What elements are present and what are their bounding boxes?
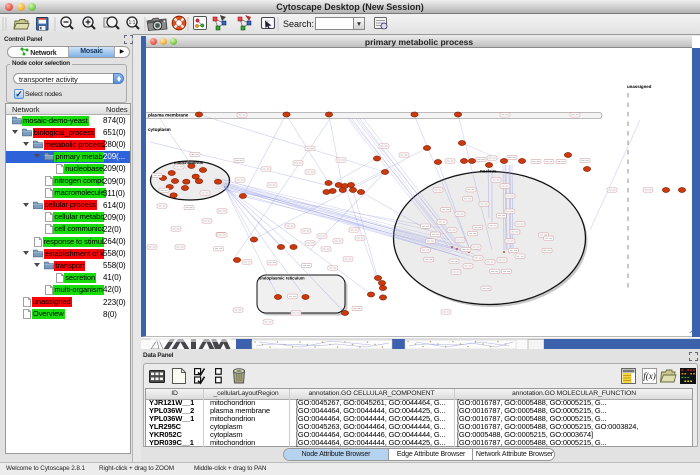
svg-text:cytoplasm: cytoplasm bbox=[148, 127, 171, 132]
svg-text:nucleus: nucleus bbox=[480, 169, 497, 174]
svg-text:f(x): f(x) bbox=[643, 371, 656, 381]
svg-text:plasma membrane: plasma membrane bbox=[148, 113, 189, 118]
svg-text:endoplasmic reticulum: endoplasmic reticulum bbox=[259, 276, 305, 281]
svg-text:unassigned: unassigned bbox=[627, 84, 652, 89]
svg-text:mitochondrion: mitochondrion bbox=[174, 160, 204, 165]
svg-text:1:1: 1:1 bbox=[129, 20, 136, 26]
